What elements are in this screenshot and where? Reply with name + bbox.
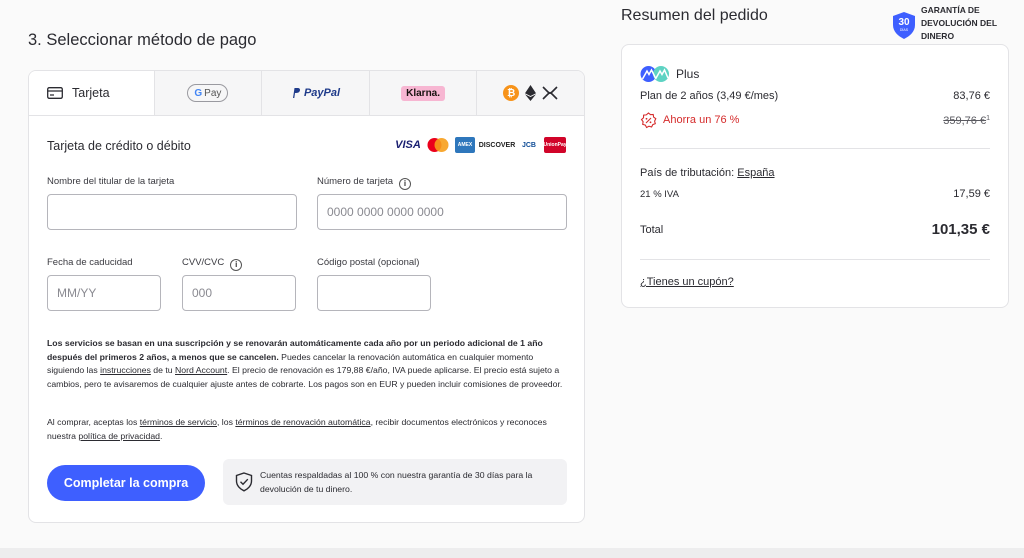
vat-row: 21 % IVA 17,59 € xyxy=(640,188,990,200)
auto-renewal-terms-link[interactable]: términos de renovación automática xyxy=(235,417,370,427)
terms-notice: Al comprar, aceptas los términos de serv… xyxy=(47,417,547,441)
terms-of-service-link[interactable]: términos de servicio xyxy=(140,417,217,427)
cvv-label: CVV/CVC xyxy=(182,257,225,268)
checkout-page: 3. Seleccionar método de pago Tarjeta GP… xyxy=(0,0,1024,548)
card-brands: VISA AMEX DISCOVER JCB UnionPay xyxy=(395,137,567,153)
instructions-link[interactable]: instrucciones xyxy=(100,365,151,375)
tab-card-label: Tarjeta xyxy=(72,86,110,100)
crypto-icons: ₿ xyxy=(503,85,558,101)
guarantee-box: Cuentas respaldadas al 100 % con nuestra… xyxy=(223,459,567,505)
money-back-badge-icon: 30 DÍAS xyxy=(893,12,915,39)
cvv-input[interactable] xyxy=(182,275,296,311)
tax-country-row: País de tributación: España xyxy=(640,167,990,179)
mastercard-logo xyxy=(427,138,449,152)
vat-label: 21 % IVA xyxy=(640,188,679,200)
old-price-wrapper: 359,76 €1 xyxy=(943,111,990,129)
paypal-icon xyxy=(292,88,300,98)
order-summary-title: Resumen del pedido xyxy=(621,7,768,24)
amex-logo: AMEX xyxy=(455,137,475,153)
bitcoin-icon: ₿ xyxy=(503,85,520,101)
money-back-guarantee-label: GARANTÍA DE DEVOLUCIÓN DEL DINERO xyxy=(921,5,998,41)
tax-country-label: País de tributación: España xyxy=(640,167,775,179)
payment-section-title: 3. Seleccionar método de pago xyxy=(28,31,257,49)
order-summary-card: Plus Plan de 2 años (3,49 €/mes) 83,76 €… xyxy=(621,44,1009,308)
summary-divider xyxy=(640,259,990,260)
paypal-label: PayPal xyxy=(303,87,341,99)
payment-tabs: Tarjeta G Pay PayPal Klarna. ₿ xyxy=(29,71,584,116)
plan-price: 83,76 € xyxy=(953,90,990,102)
card-number-label-row: Número de tarjeta i xyxy=(317,176,412,190)
visa-logo: VISA xyxy=(395,139,421,151)
card-form-title: Tarjeta de crédito o débito xyxy=(47,139,191,153)
tab-google-pay[interactable]: G Pay xyxy=(153,71,262,115)
total-label: Total xyxy=(640,223,664,236)
xrp-icon xyxy=(542,86,558,100)
holder-label: Nombre del titular de la tarjeta xyxy=(47,176,175,187)
tab-paypal[interactable]: PayPal xyxy=(261,71,369,115)
coupon-link[interactable]: ¿Tienes un cupón? xyxy=(640,276,734,288)
unionpay-logo: UnionPay xyxy=(543,137,567,153)
savings-row: Ahorra un 76 % 359,76 €1 xyxy=(640,111,990,129)
postal-label: Código postal (opcional) xyxy=(317,257,420,268)
complete-purchase-button[interactable]: Completar la compra xyxy=(47,465,205,501)
old-price: 359,76 € xyxy=(943,115,987,127)
vat-amount: 17,59 € xyxy=(953,188,990,200)
bottom-strip xyxy=(0,548,1024,558)
discover-logo: DISCOVER xyxy=(478,141,516,149)
info-icon[interactable]: i xyxy=(399,177,412,190)
card-number-input[interactable] xyxy=(317,194,567,230)
total-amount: 101,35 € xyxy=(931,221,990,238)
tab-klarna[interactable]: Klarna. xyxy=(368,71,477,115)
ethereum-icon xyxy=(525,85,537,101)
total-row: Total 101,35 € xyxy=(640,221,990,238)
plan-line: Plan de 2 años (3,49 €/mes) xyxy=(640,90,779,102)
payment-card: Tarjeta G Pay PayPal Klarna. ₿ Tarjeta d… xyxy=(28,70,585,523)
plan-row: Plan de 2 años (3,49 €/mes) 83,76 € xyxy=(640,90,990,102)
plan-name: Plus xyxy=(676,67,700,81)
subscription-notice: Los servicios se basan en una suscripció… xyxy=(47,338,563,389)
klarna-icon: Klarna. xyxy=(401,85,446,101)
summary-divider xyxy=(640,148,990,149)
cvv-label-row: CVV/CVC i xyxy=(182,257,243,271)
old-price-footnote: 1 xyxy=(986,115,990,122)
shield-check-icon xyxy=(235,472,253,492)
jcb-logo: JCB xyxy=(521,141,536,149)
nord-account-link[interactable]: Nord Account xyxy=(175,365,227,375)
savings-label: Ahorra un 76 % xyxy=(663,114,740,126)
badge-number: 30 xyxy=(898,17,910,28)
credit-card-icon xyxy=(47,87,63,99)
tax-country-link[interactable]: España xyxy=(737,167,774,179)
tab-card[interactable]: Tarjeta xyxy=(29,71,154,115)
expiry-input[interactable] xyxy=(47,275,161,311)
discount-icon xyxy=(640,111,657,128)
card-holder-input[interactable] xyxy=(47,194,297,230)
savings-badge: Ahorra un 76 % xyxy=(640,111,740,129)
expiry-label: Fecha de caducidad xyxy=(47,257,133,268)
info-icon[interactable]: i xyxy=(230,258,243,271)
privacy-policy-link[interactable]: política de privacidad xyxy=(78,431,160,441)
card-number-label: Número de tarjeta xyxy=(317,176,394,187)
guarantee-text: Cuentas respaldadas al 100 % con nuestra… xyxy=(260,470,533,494)
tab-crypto[interactable]: ₿ xyxy=(476,71,584,115)
plan-header: Plus xyxy=(640,65,699,83)
nord-plus-logo-icon xyxy=(640,66,669,82)
postal-code-input[interactable] xyxy=(317,275,431,311)
google-pay-icon: G Pay xyxy=(187,84,229,102)
badge-days: DÍAS xyxy=(900,28,909,32)
